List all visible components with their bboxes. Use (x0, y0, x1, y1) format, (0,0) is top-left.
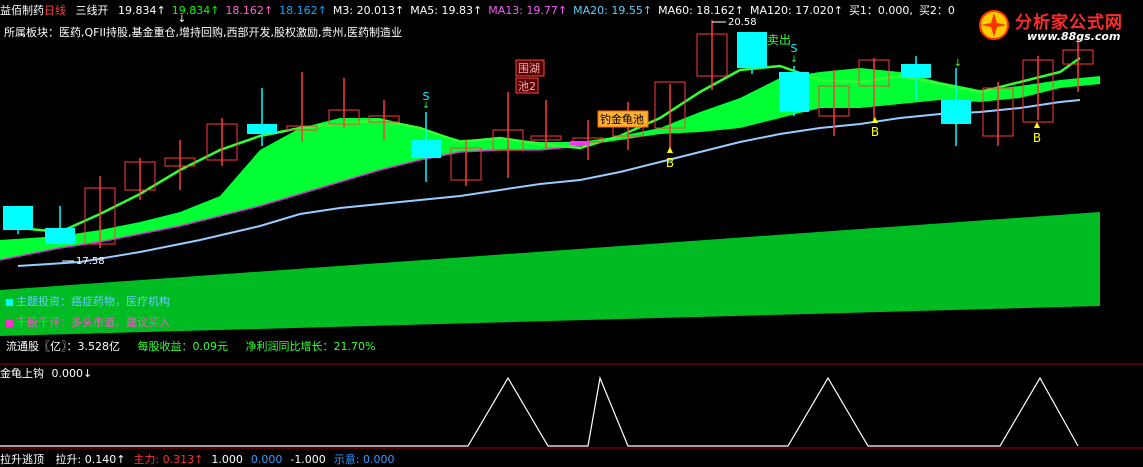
down-arrow-icon: ↓ (954, 58, 962, 69)
indicator-header: 金龟上钩 0.000↓ (0, 365, 92, 381)
site-logo: 分析家公式网 www.88gs.com (975, 6, 1135, 46)
up-arrow-icon: ▲ (667, 145, 674, 154)
chart-header: 益佰制药日线 三线开 19.834↑ 19.834↑ 18.162↑ 18.162↑ M… (0, 2, 967, 18)
period-label[interactable]: 日线 (44, 4, 66, 17)
profit-growth: 净利润同比增长：21.70% (245, 340, 376, 353)
header-value: 买1：0.000, (848, 4, 913, 17)
review-dot-icon (6, 319, 13, 327)
bottom-indicator-header: 拉升逃顶 拉升: 0.140↑ 主力: 0.313↑ 1.000 0.000 -1.00… (0, 451, 411, 467)
header-value: 买2：0 (918, 4, 955, 17)
header-value: MA120: 17.020↑ (750, 4, 843, 17)
annotation-text-turtle: 钓金龟池 (600, 112, 644, 126)
bottom-indicator-value: 1.000 (211, 453, 243, 466)
logo-url: www.88gs.com (1027, 30, 1121, 43)
candle-down[interactable] (45, 228, 75, 244)
bottom-indicator-value: 主力: 0.313↑ (133, 453, 204, 466)
candle-down[interactable] (901, 64, 931, 78)
bottom-indicator-title[interactable]: 拉升逃顶 (0, 453, 44, 466)
candle-down[interactable] (779, 72, 809, 112)
down-arrow-icon: ↓ (422, 101, 430, 111)
annotation-text-weihu: 围湖 (518, 62, 540, 75)
header-value: 19.834↑ (118, 4, 166, 17)
bottom-indicator-value: 0.000 (250, 453, 283, 466)
review-text: 千股千评：多头市道，建议买入 (16, 316, 170, 329)
header-value: MA5: 19.83↑ (410, 4, 483, 17)
float-shares: 流通股〖亿〗：3.528亿 (6, 340, 120, 353)
sector-line: 所属板块：医药,QFII持股,基金重仓,增持回购,西部开发,股权激励,贵州,医药… (4, 26, 402, 39)
indicator-value: 0.000↓ (51, 367, 93, 380)
header-value: MA60: 18.162↑ (658, 4, 745, 17)
bottom-indicator-value: -1.000 (290, 453, 326, 466)
candle-down[interactable] (941, 100, 971, 124)
down-arrow-icon: ↓ (790, 55, 798, 65)
candle-down[interactable] (737, 32, 767, 68)
indicator-line (0, 375, 1079, 447)
buy-signal-b: B (871, 125, 879, 139)
annotation-text-pool2: 池2 (518, 80, 536, 93)
low-price-label: 17.58 (76, 256, 105, 267)
sell-signal-s: S (791, 42, 798, 55)
bottom-indicator-value: 拉升: 0.140↑ (55, 453, 126, 466)
review-line: 千股千评：多头市道，建议买入 (6, 314, 170, 330)
theme-text: 主题投资：癌症药物，医疗机构 (16, 295, 170, 308)
marker-bar (570, 141, 590, 145)
eps: 每股收益：0.09元 (137, 340, 229, 353)
indicator-name: 三线开 (75, 4, 109, 17)
header-value: 19.834↑ (171, 4, 220, 17)
buy-signal-b: B (666, 156, 674, 170)
up-arrow-icon: ▲ (872, 115, 879, 124)
high-price-label: 20.58 (728, 17, 757, 28)
candle-down[interactable] (3, 206, 33, 230)
sell-out-label: 卖出 (767, 33, 791, 47)
header-value: MA13: 19.77↑ (488, 4, 568, 17)
indicator-title[interactable]: 金龟上钩 (0, 367, 44, 380)
stock-name: 益佰制药 (0, 4, 44, 17)
header-value: 18.162↑ (225, 4, 274, 17)
theme-dot-icon (6, 298, 13, 306)
candle-down[interactable] (411, 140, 441, 158)
up-arrow-icon: ▲ (1034, 120, 1041, 129)
header-value: M3: 20.013↑ (332, 4, 405, 17)
buy-signal-b: B (1033, 131, 1041, 145)
candle-down[interactable] (247, 124, 277, 134)
header-value: 18.162↑ (279, 4, 327, 17)
header-value: MA20: 19.55↑ (573, 4, 653, 17)
finance-line: 流通股〖亿〗：3.528亿 每股收益：0.09元 净利润同比增长：21.70% (6, 338, 389, 354)
main-chart-canvas[interactable]: S ↓ S ↓ ↓ ▲ B ▲ B ▲ B 20.58 17.58 卖出 ↓ 围… (0, 0, 1143, 461)
bottom-indicator-value: 示意: 0.000 (333, 453, 395, 466)
logo-icon (979, 10, 1009, 40)
theme-line: 主题投资：癌症药物，医疗机构 (6, 293, 170, 309)
